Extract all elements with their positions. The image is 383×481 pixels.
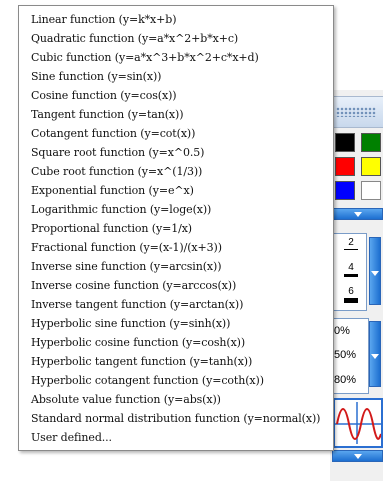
chevron-down-icon xyxy=(353,212,362,217)
sine-wave-icon xyxy=(335,402,382,444)
line-width-sample xyxy=(344,298,358,303)
menu-item-fractional[interactable]: Fractional function (y=(x-1)/(x+3)) xyxy=(19,238,333,257)
menu-item-tangent[interactable]: Tangent function (y=tan(x)) xyxy=(19,105,333,124)
menu-item-quadratic[interactable]: Quadratic function (y=a*x^2+b*x+c) xyxy=(19,29,333,48)
color-swatch-white[interactable] xyxy=(361,181,381,200)
chevron-down-icon xyxy=(371,271,379,276)
color-swatch-black[interactable] xyxy=(335,133,355,152)
line-width-4[interactable]: 4 xyxy=(341,262,361,277)
menu-item-exponential[interactable]: Exponential function (y=e^x) xyxy=(19,181,333,200)
line-width-label: 2 xyxy=(348,237,354,248)
menu-item-cubic[interactable]: Cubic function (y=a*x^3+b*x^2+c*x+d) xyxy=(19,48,333,67)
menu-item-sine[interactable]: Sine function (y=sin(x)) xyxy=(19,67,333,86)
panel-title-strip xyxy=(330,96,383,128)
menu-item-hyperbolic-tangent[interactable]: Hyperbolic tangent function (y=tanh(x)) xyxy=(19,352,333,371)
opacity-option-50[interactable]: 50% xyxy=(334,349,356,361)
menu-item-inverse-sine[interactable]: Inverse sine function (y=arcsin(x)) xyxy=(19,257,333,276)
menu-item-square-root[interactable]: Square root function (y=x^0.5) xyxy=(19,143,333,162)
menu-item-logarithmic[interactable]: Logarithmic function (y=loge(x)) xyxy=(19,200,333,219)
function-type-menu: Linear function (y=k*x+b) Quadratic func… xyxy=(18,5,334,451)
graph-dropdown-button[interactable] xyxy=(332,450,383,462)
opacity-option-80[interactable]: 80% xyxy=(334,374,356,386)
color-dropdown-button[interactable] xyxy=(332,208,383,220)
line-width-label: 6 xyxy=(348,286,354,297)
menu-item-user-defined[interactable]: User defined... xyxy=(19,428,333,447)
menu-item-hyperbolic-cotangent[interactable]: Hyperbolic cotangent function (y=coth(x)… xyxy=(19,371,333,390)
menu-item-linear[interactable]: Linear function (y=k*x+b) xyxy=(19,10,333,29)
line-width-6[interactable]: 6 xyxy=(341,286,361,303)
menu-item-cosine[interactable]: Cosine function (y=cos(x)) xyxy=(19,86,333,105)
menu-item-proportional[interactable]: Proportional function (y=1/x) xyxy=(19,219,333,238)
menu-item-inverse-cosine[interactable]: Inverse cosine function (y=arccos(x)) xyxy=(19,276,333,295)
menu-item-hyperbolic-cosine[interactable]: Hyperbolic cosine function (y=cosh(x)) xyxy=(19,333,333,352)
color-swatch-blue[interactable] xyxy=(335,181,355,200)
line-width-label: 4 xyxy=(348,262,354,273)
line-width-sample xyxy=(344,249,358,250)
menu-item-hyperbolic-sine[interactable]: Hyperbolic sine function (y=sinh(x)) xyxy=(19,314,333,333)
line-width-2[interactable]: 2 xyxy=(341,237,361,250)
color-swatch-green[interactable] xyxy=(361,133,381,152)
menu-item-normal-distribution[interactable]: Standard normal distribution function (y… xyxy=(19,409,333,428)
grip-dots-icon xyxy=(336,107,376,117)
line-width-sample xyxy=(344,274,358,277)
graph-preview[interactable] xyxy=(333,398,383,448)
color-swatch-red[interactable] xyxy=(335,157,355,176)
menu-item-cotangent[interactable]: Cotangent function (y=cot(x)) xyxy=(19,124,333,143)
menu-item-cube-root[interactable]: Cube root function (y=x^(1/3)) xyxy=(19,162,333,181)
line-width-dropdown-button[interactable] xyxy=(369,237,381,305)
menu-item-inverse-tangent[interactable]: Inverse tangent function (y=arctan(x)) xyxy=(19,295,333,314)
color-swatch-yellow[interactable] xyxy=(361,157,381,176)
chevron-down-icon xyxy=(353,454,362,459)
opacity-option-0[interactable]: 0% xyxy=(334,325,350,337)
opacity-dropdown-button[interactable] xyxy=(369,321,381,387)
menu-item-absolute-value[interactable]: Absolute value function (y=abs(x)) xyxy=(19,390,333,409)
chevron-down-icon xyxy=(371,354,379,359)
